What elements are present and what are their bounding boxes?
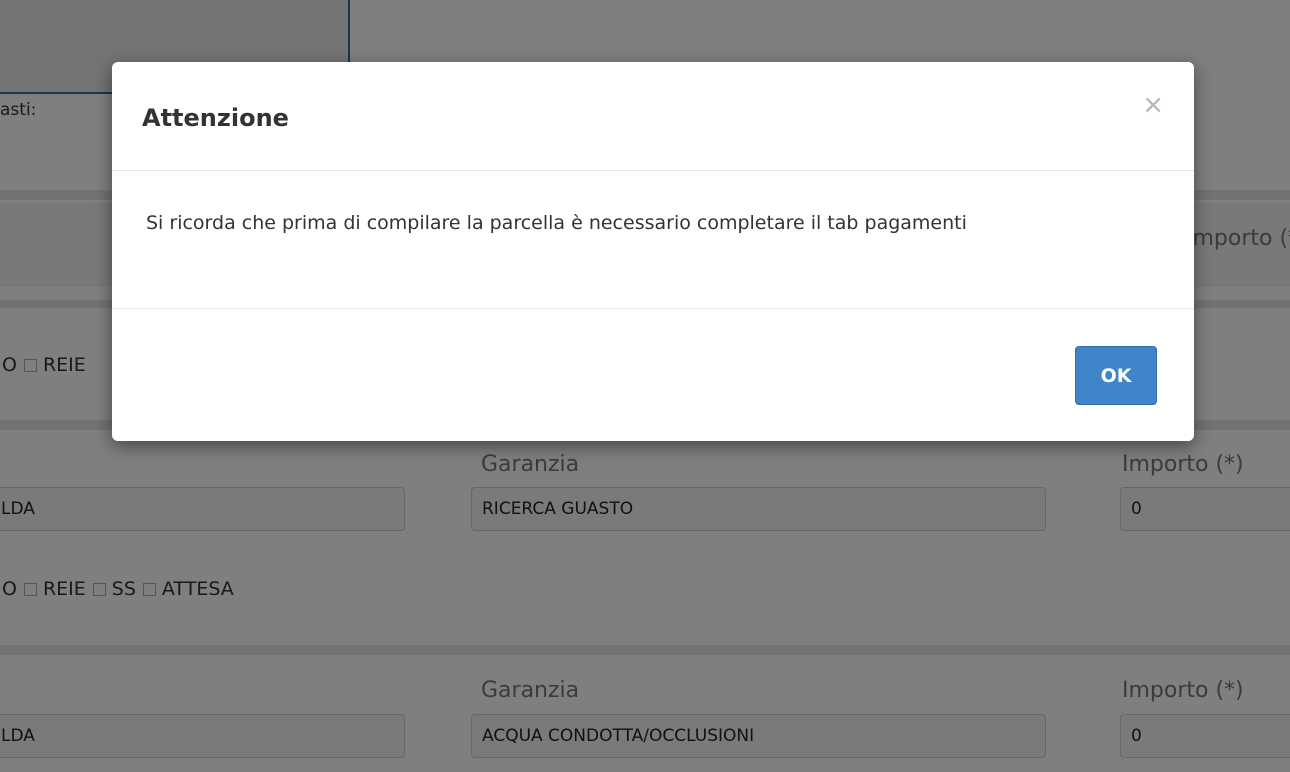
modal-header-divider <box>112 170 1194 171</box>
alert-modal: Attenzione × Si ricorda che prima di com… <box>112 62 1194 441</box>
modal-footer-divider <box>112 308 1194 309</box>
ok-button[interactable]: OK <box>1075 346 1157 405</box>
modal-message: Si ricorda che prima di compilare la par… <box>146 212 967 234</box>
modal-title: Attenzione <box>142 104 289 132</box>
close-icon[interactable]: × <box>1142 90 1164 120</box>
